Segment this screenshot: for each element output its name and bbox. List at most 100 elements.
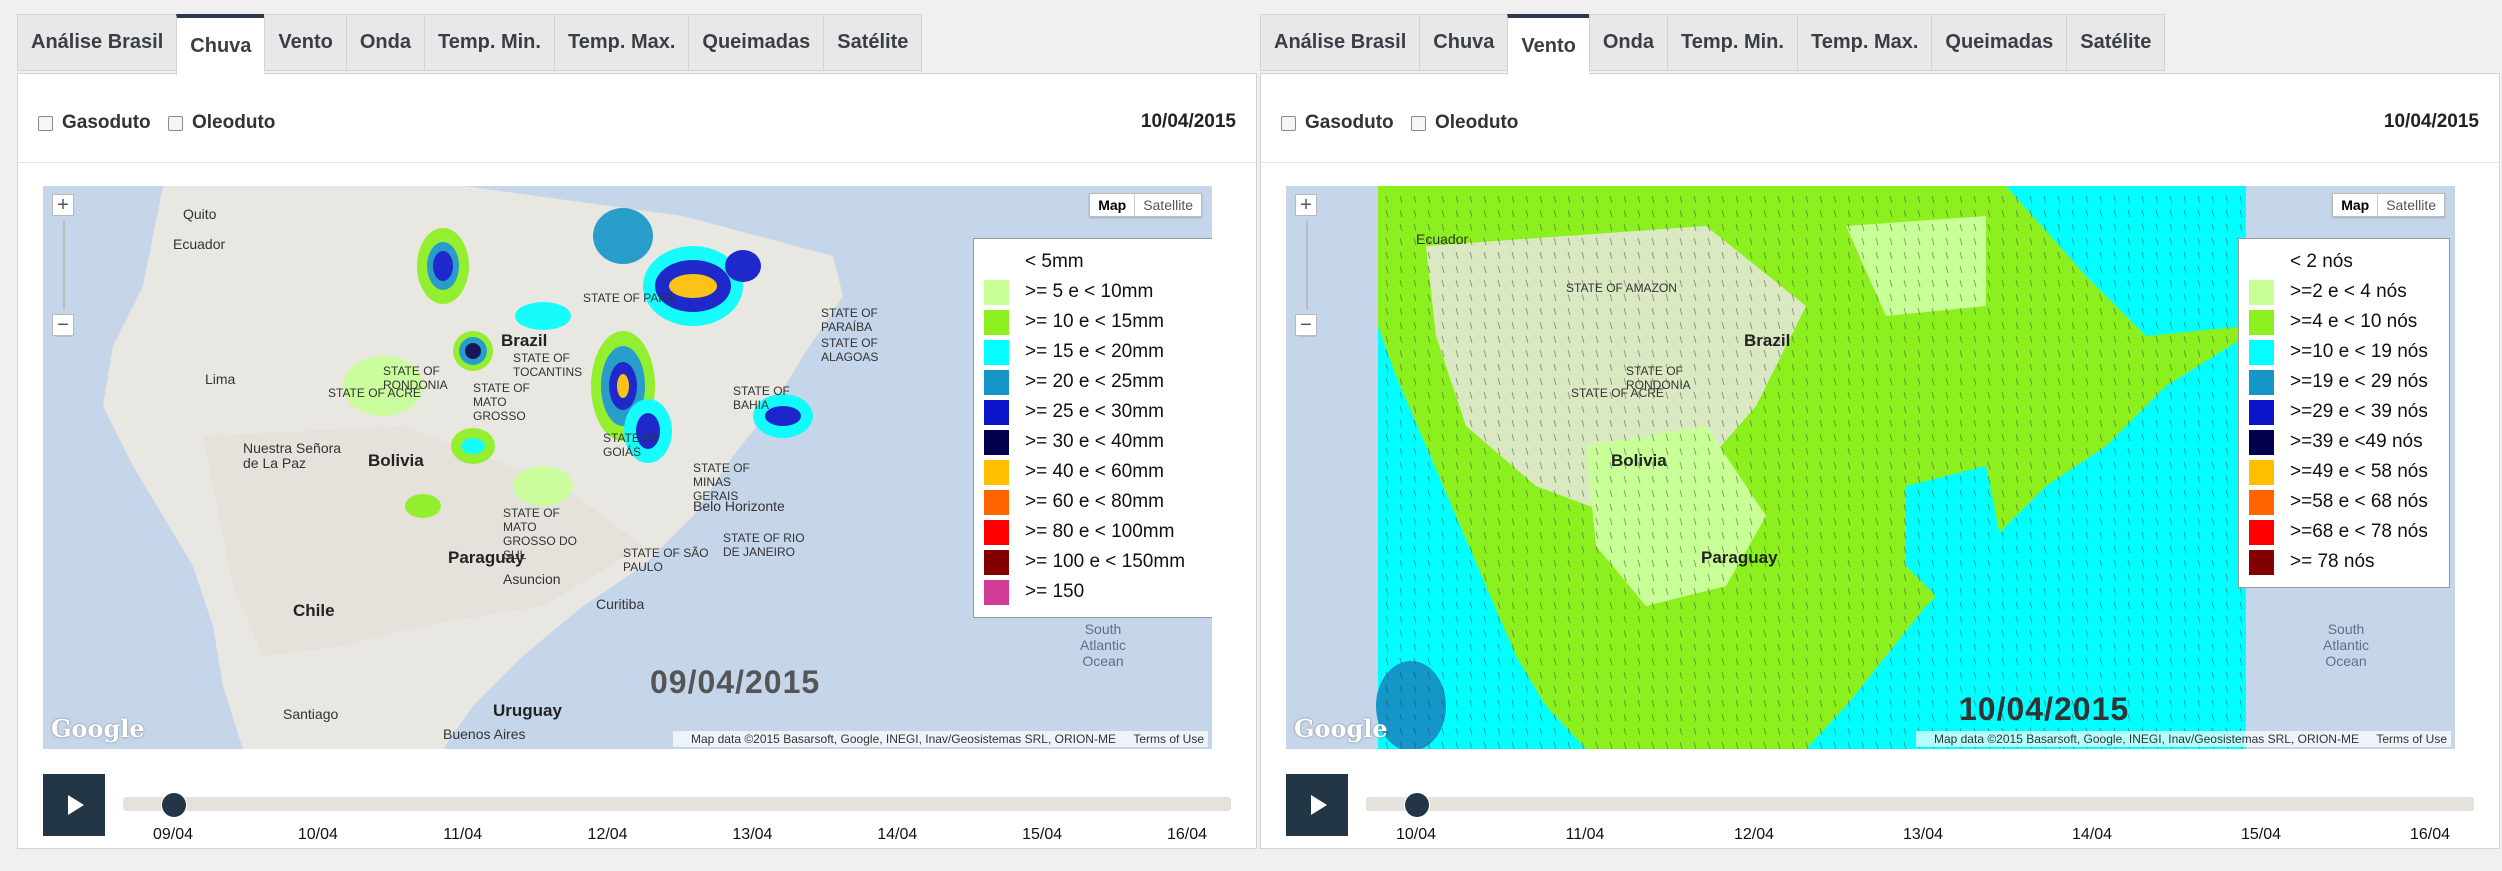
tab-chuva[interactable]: Chuva bbox=[176, 14, 265, 75]
legend-entry: < 5mm bbox=[984, 247, 1211, 277]
tab-temp-max[interactable]: Temp. Max. bbox=[1796, 14, 1932, 71]
legend-swatch bbox=[984, 429, 1009, 455]
place-label: Nuestra Señora de La Paz bbox=[243, 440, 342, 471]
checkbox-box[interactable] bbox=[168, 115, 183, 131]
checkbox-box[interactable] bbox=[38, 115, 53, 131]
place-label: STATE OF GOIÁS bbox=[603, 431, 660, 459]
timeline-tick-label[interactable]: 16/04 bbox=[2410, 826, 2450, 844]
gasoduto-checkbox[interactable]: Gasoduto bbox=[1281, 112, 1394, 134]
map-type-satellite-button[interactable]: Satellite bbox=[2378, 194, 2444, 216]
tab-vento[interactable]: Vento bbox=[1507, 14, 1589, 75]
zoom-out-button[interactable]: − bbox=[1295, 314, 1317, 336]
zoom-slider[interactable] bbox=[55, 220, 73, 337]
terms-of-use-link[interactable]: Terms of Use bbox=[1133, 732, 1204, 746]
tab-bar: Análise Brasil Chuva Vento Onda Temp. Mi… bbox=[1260, 14, 2166, 75]
legend-label: < 5mm bbox=[1025, 251, 1084, 272]
zoom-slider[interactable] bbox=[1298, 220, 1316, 337]
timeline-handle[interactable] bbox=[161, 792, 187, 818]
tab-vento[interactable]: Vento bbox=[264, 14, 346, 71]
legend-entry: >= 5 e < 10mm bbox=[984, 277, 1211, 307]
map-type-satellite-button[interactable]: Satellite bbox=[1135, 194, 1201, 216]
rain-panel: Análise Brasil Chuva Vento Onda Temp. Mi… bbox=[17, 14, 1257, 849]
map-type-map-button[interactable]: Map bbox=[2333, 194, 2379, 216]
map-type-map-button[interactable]: Map bbox=[1090, 194, 1136, 216]
rain-map[interactable]: Quito Ecuador Brazil Lima Bolivia Paragu… bbox=[43, 186, 1212, 749]
zoom-in-button[interactable]: + bbox=[52, 194, 74, 216]
timeline-tick-label[interactable]: 12/04 bbox=[1734, 826, 1774, 844]
timeline-tick-label[interactable]: 16/04 bbox=[1167, 826, 1207, 844]
legend-label: >=58 e < 68 nós bbox=[2290, 491, 2428, 512]
tab-temp-min[interactable]: Temp. Min. bbox=[1667, 14, 1797, 71]
legend-swatch bbox=[984, 309, 1009, 335]
legend-entry: >= 150 bbox=[984, 577, 1211, 607]
legend-swatch bbox=[2249, 489, 2274, 515]
gasoduto-checkbox[interactable]: Gasoduto bbox=[38, 112, 151, 134]
tab-analise-brasil[interactable]: Análise Brasil bbox=[17, 14, 177, 71]
checkbox-box[interactable] bbox=[1281, 115, 1296, 131]
place-label: STATE OF PARÁ bbox=[583, 291, 676, 305]
oleoduto-checkbox[interactable]: Oleoduto bbox=[1411, 112, 1518, 134]
tab-queimadas[interactable]: Queimadas bbox=[688, 14, 824, 71]
rain-legend: < 5mm >= 5 e < 10mm >= 10 e < 15mm >= 15 e … bbox=[973, 238, 1212, 618]
legend-entry: >=19 e < 29 nós bbox=[2249, 367, 2439, 397]
timeline-tick-label[interactable]: 12/04 bbox=[588, 826, 628, 844]
legend-label: >= 60 e < 80mm bbox=[1025, 491, 1164, 512]
timeline-track[interactable] bbox=[1366, 792, 2474, 818]
place-label: Santiago bbox=[283, 706, 339, 722]
legend-swatch bbox=[2249, 459, 2274, 485]
legend-label: < 2 nós bbox=[2290, 251, 2353, 272]
timeline-tick-label[interactable]: 15/04 bbox=[1022, 826, 1062, 844]
legend-label: >= 5 e < 10mm bbox=[1025, 281, 1154, 302]
place-label: Brazil bbox=[501, 331, 548, 350]
wind-map[interactable]: Ecuador Brazil Bolivia Paraguay STATE OF… bbox=[1286, 186, 2455, 749]
timeline-track[interactable] bbox=[123, 792, 1231, 818]
tab-temp-max[interactable]: Temp. Max. bbox=[553, 14, 689, 71]
timeline-player: 09/04 10/04 11/04 12/04 13/04 14/04 15/04 16/04 bbox=[43, 774, 1231, 843]
place-label: Paraguay bbox=[1701, 548, 1778, 567]
legend-entry: >=49 e < 58 nós bbox=[2249, 457, 2439, 487]
timeline-tick-label[interactable]: 13/04 bbox=[1903, 826, 1943, 844]
legend-swatch bbox=[2249, 279, 2274, 305]
tab-queimadas[interactable]: Queimadas bbox=[1931, 14, 2067, 71]
timeline-tick-label[interactable]: 09/04 bbox=[153, 826, 193, 844]
timeline-tick-label[interactable]: 15/04 bbox=[2241, 826, 2281, 844]
timeline-tick-label[interactable]: 13/04 bbox=[732, 826, 772, 844]
tab-onda[interactable]: Onda bbox=[345, 14, 424, 71]
terms-of-use-link[interactable]: Terms of Use bbox=[2376, 732, 2447, 746]
tab-temp-min[interactable]: Temp. Min. bbox=[424, 14, 554, 71]
timeline-tick-label[interactable]: 14/04 bbox=[877, 826, 917, 844]
timeline-tick-label[interactable]: 10/04 bbox=[1396, 826, 1436, 844]
play-button[interactable] bbox=[1286, 774, 1348, 836]
timeline-tick-label[interactable]: 11/04 bbox=[443, 826, 482, 844]
tab-onda[interactable]: Onda bbox=[1588, 14, 1667, 71]
tab-satelite[interactable]: Satélite bbox=[2066, 14, 2166, 71]
zoom-control: + − bbox=[1295, 194, 1319, 337]
timeline-tick-label[interactable]: 11/04 bbox=[1566, 826, 1605, 844]
map-overlay-date: 10/04/2015 bbox=[1959, 691, 2130, 727]
checkbox-box[interactable] bbox=[1411, 115, 1426, 131]
legend-label: >= 20 e < 25mm bbox=[1025, 371, 1164, 392]
timeline-tick-label[interactable]: 14/04 bbox=[2072, 826, 2112, 844]
tab-analise-brasil[interactable]: Análise Brasil bbox=[1260, 14, 1420, 71]
legend-entry: >=4 e < 10 nós bbox=[2249, 307, 2439, 337]
ocean-label: South Atlantic Ocean bbox=[1080, 621, 1126, 669]
legend-label: >=4 e < 10 nós bbox=[2290, 311, 2418, 332]
legend-swatch bbox=[984, 339, 1009, 365]
zoom-in-button[interactable]: + bbox=[1295, 194, 1317, 216]
tab-chuva[interactable]: Chuva bbox=[1419, 14, 1508, 71]
legend-swatch bbox=[2249, 369, 2274, 395]
timeline-handle[interactable] bbox=[1404, 792, 1430, 818]
legend-label: >=49 e < 58 nós bbox=[2290, 461, 2428, 482]
oleoduto-checkbox[interactable]: Oleoduto bbox=[168, 112, 275, 134]
legend-entry: >= 30 e < 40mm bbox=[984, 427, 1211, 457]
place-label: Asuncion bbox=[503, 571, 561, 587]
play-button[interactable] bbox=[43, 774, 105, 836]
zoom-out-button[interactable]: − bbox=[52, 314, 74, 336]
legend-label: >=39 e <49 nós bbox=[2290, 431, 2423, 452]
timeline-player: 10/04 11/04 12/04 13/04 14/04 15/04 16/04 bbox=[1286, 774, 2474, 843]
place-label: STATE OF RONDONIA bbox=[383, 364, 448, 392]
legend-label: >=29 e < 39 nós bbox=[2290, 401, 2428, 422]
legend-swatch bbox=[984, 489, 1009, 515]
tab-satelite[interactable]: Satélite bbox=[823, 14, 923, 71]
timeline-tick-label[interactable]: 10/04 bbox=[298, 826, 338, 844]
